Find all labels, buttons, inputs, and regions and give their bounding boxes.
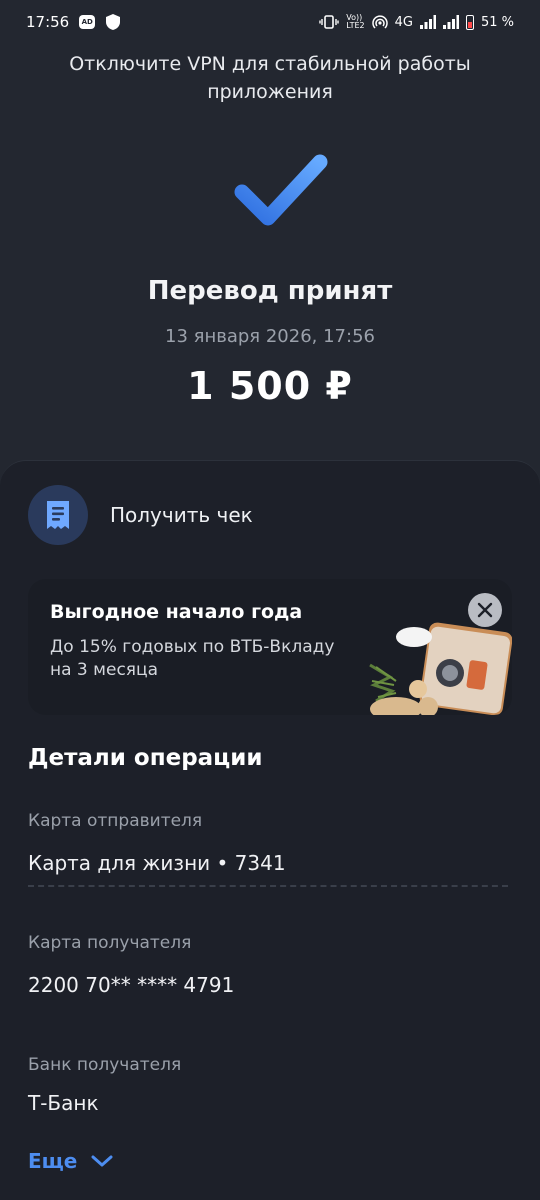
sender-card-label: Карта отправителя	[28, 811, 203, 831]
safe-deposit-illustration	[369, 622, 512, 715]
battery-percent: 51 %	[480, 14, 514, 30]
details-sheet: Получить чек Выгодное начало года До 15%…	[0, 460, 540, 1200]
details-title: Детали операции	[28, 745, 263, 771]
transfer-result-screen: 17:56 AD Vo)) LTE2 4G 51 % Отключите VPN…	[0, 0, 540, 1200]
more-details-button[interactable]: Еще	[28, 1149, 113, 1173]
shield-icon	[106, 14, 121, 30]
transfer-amount: 1 500 ₽	[187, 364, 353, 408]
get-receipt-button[interactable]: Получить чек	[28, 485, 512, 545]
transfer-status-title: Перевод принят	[147, 276, 393, 306]
vibrate-icon	[319, 15, 339, 29]
status-right: Vo)) LTE2 4G 51 %	[319, 14, 514, 30]
battery-icon	[465, 14, 474, 30]
promo-title: Выгодное начало года	[50, 601, 303, 623]
vpn-notice: Отключите VPN для стабильной работы прил…	[69, 53, 471, 103]
checkmark-icon	[234, 154, 328, 226]
hotspot-icon	[371, 15, 388, 29]
close-icon	[477, 602, 493, 618]
status-bar: 17:56 AD Vo)) LTE2 4G 51 %	[0, 0, 540, 44]
transfer-datetime: 13 января 2026, 17:56	[165, 326, 375, 347]
receipt-icon-container	[28, 485, 88, 545]
recipient-bank-value: Т-Банк	[28, 1091, 99, 1115]
status-time: 17:56	[26, 13, 70, 31]
promo-close-button[interactable]	[468, 593, 502, 627]
receipt-icon	[47, 501, 69, 529]
volte-indicator: Vo)) LTE2	[346, 13, 365, 30]
sender-card-value: Карта для жизни • 7341	[28, 851, 286, 875]
ad-block-icon: AD	[79, 15, 96, 29]
network-type: 4G	[394, 14, 413, 30]
status-left: 17:56 AD	[26, 13, 121, 31]
signal-icon-2	[442, 15, 459, 29]
recipient-card-value: 2200 70** **** 4791	[28, 973, 235, 997]
recipient-bank-label: Банк получателя	[28, 1055, 182, 1075]
signal-icon	[419, 15, 436, 29]
promo-banner[interactable]: Выгодное начало года До 15% годовых по В…	[28, 579, 512, 715]
promo-text: До 15% годовых по ВТБ-Вкладу на 3 месяца	[50, 637, 335, 680]
more-label: Еще	[28, 1149, 78, 1173]
divider-dashed	[28, 885, 508, 887]
receipt-label: Получить чек	[110, 503, 253, 527]
recipient-card-label: Карта получателя	[28, 933, 192, 953]
chevron-down-icon	[91, 1155, 113, 1167]
